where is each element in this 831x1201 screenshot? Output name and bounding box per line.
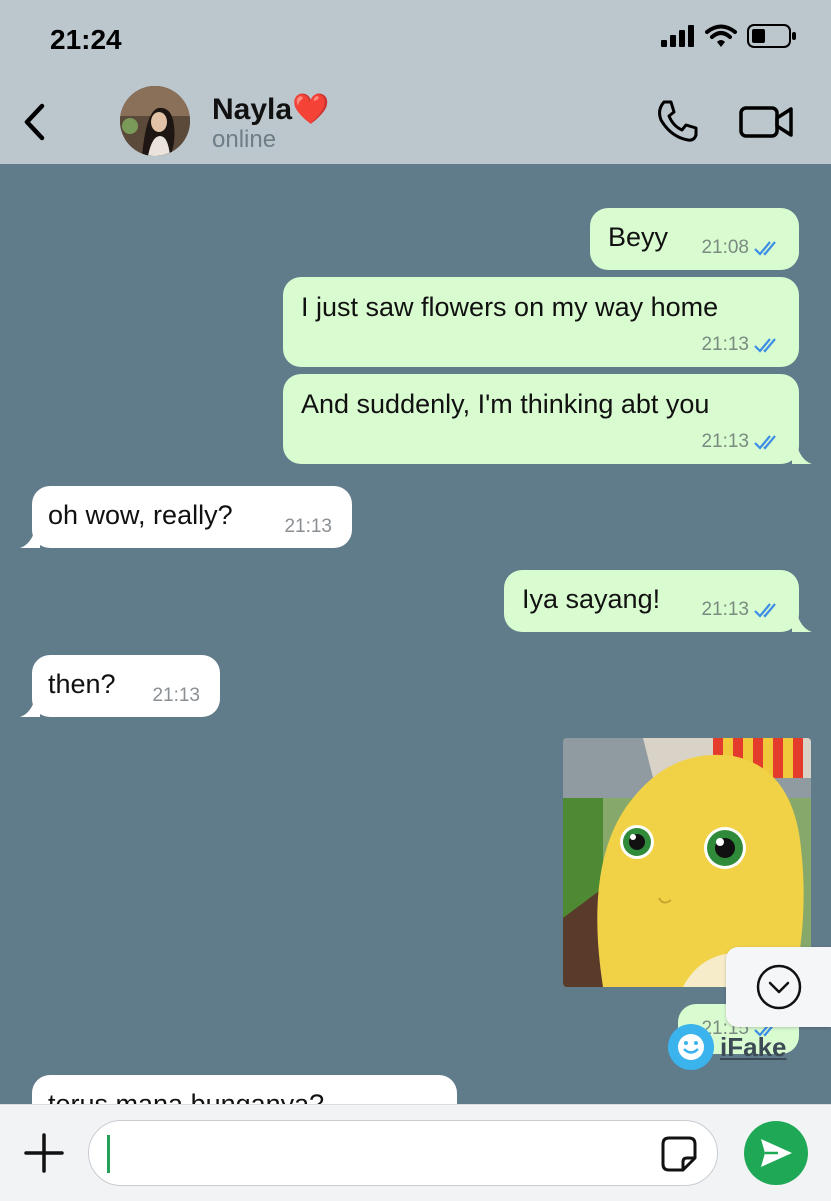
voice-call-button[interactable]: [654, 98, 700, 144]
battery-icon: [747, 24, 796, 48]
message-text: Beyy: [608, 222, 669, 252]
signal-icon: [661, 25, 694, 47]
wifi-icon: [705, 24, 737, 47]
sticker-button[interactable]: [661, 1136, 697, 1172]
message-outgoing[interactable]: I just saw flowers on my way home 21:13: [283, 277, 799, 367]
avatar-photo: [120, 86, 190, 156]
message-incoming[interactable]: terus mana bunganya?: [32, 1075, 457, 1104]
watermark-text: iFake: [720, 1031, 787, 1062]
message-meta: 21:13: [701, 334, 783, 356]
message-input-bar: [0, 1104, 831, 1201]
chevron-left-icon: [24, 103, 45, 141]
message-meta: 21:08: [701, 237, 783, 259]
message-text: terus mana bunganya?: [48, 1089, 325, 1104]
sticker-icon: [661, 1136, 697, 1172]
message-outgoing[interactable]: And suddenly, I'm thinking abt you 21:13: [283, 374, 799, 464]
message-time: 21:08: [701, 237, 749, 258]
chevron-down-circle-icon: [756, 964, 801, 1010]
message-text: oh wow, really?: [48, 500, 233, 530]
message-text: Iya sayang!: [522, 584, 661, 614]
message-text: I just saw flowers on my way home: [301, 292, 719, 322]
double-check-icon: [754, 603, 776, 618]
back-button[interactable]: [14, 100, 54, 144]
contact-avatar[interactable]: [120, 86, 190, 156]
message-incoming[interactable]: oh wow, really? 21:13: [32, 486, 352, 548]
status-time: 21:24: [50, 24, 122, 55]
message-meta: 21:13: [701, 431, 783, 453]
chat-header: Nayla❤️ online: [0, 80, 831, 164]
text-caret: [107, 1135, 110, 1173]
message-input[interactable]: [88, 1120, 718, 1186]
watermark: iFake: [668, 1024, 787, 1070]
message-time: 21:13: [701, 334, 749, 355]
message-outgoing[interactable]: Beyy 21:08: [590, 208, 799, 270]
plus-icon: [24, 1133, 64, 1173]
double-check-icon: [754, 435, 776, 450]
message-time: 21:13: [152, 685, 200, 706]
chat-messages[interactable]: Beyy 21:08 I just saw flowers on my way …: [0, 164, 831, 1104]
video-call-button[interactable]: [738, 100, 794, 144]
message-meta: 21:13: [284, 516, 332, 538]
bubble-tail: [20, 526, 40, 548]
message-outgoing[interactable]: Iya sayang! 21:13: [504, 570, 799, 632]
heart-icon: ❤️: [292, 93, 330, 126]
send-icon: [761, 1139, 792, 1167]
attach-button[interactable]: [22, 1131, 66, 1175]
bubble-tail: [792, 442, 812, 464]
contact-name[interactable]: Nayla❤️: [212, 92, 329, 127]
message-text: then?: [48, 669, 116, 699]
smile-logo-icon: [668, 1024, 714, 1070]
message-text: And suddenly, I'm thinking abt you: [301, 389, 710, 419]
message-time: 21:13: [701, 599, 749, 620]
bubble-tail: [792, 610, 812, 632]
phone-icon: [658, 100, 698, 142]
contact-name-text: Nayla: [212, 93, 293, 126]
send-button[interactable]: [744, 1121, 808, 1185]
message-time: 21:13: [284, 516, 332, 537]
double-check-icon: [754, 338, 776, 353]
double-check-icon: [754, 241, 776, 256]
status-icons: [661, 24, 797, 48]
contact-status: online: [212, 126, 277, 153]
message-meta: 21:13: [152, 685, 200, 707]
message-incoming[interactable]: then? 21:13: [32, 655, 220, 717]
scroll-to-bottom-button[interactable]: [726, 947, 831, 1027]
message-time: 21:13: [701, 431, 749, 452]
status-bar: 21:24: [0, 0, 831, 80]
message-meta: 21:13: [701, 599, 783, 621]
bubble-tail: [20, 695, 40, 717]
video-camera-icon: [739, 106, 793, 138]
